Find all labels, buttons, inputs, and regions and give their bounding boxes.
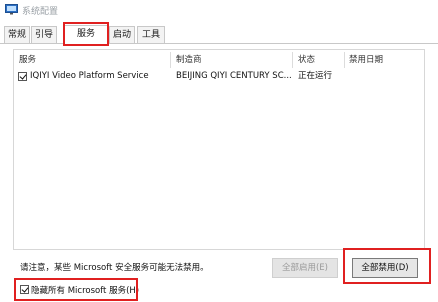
service-manufacturer: BEIJING QIYI CENTURY SC... [176, 71, 292, 81]
monitor-icon [5, 4, 18, 15]
title-bar [0, 0, 438, 22]
tab-boot[interactable]: 引导 [31, 26, 57, 43]
column-separator [292, 52, 293, 68]
tab-tools[interactable]: 工具 [137, 26, 165, 43]
column-separator [170, 52, 171, 68]
hide-ms-services-label[interactable]: 隐藏所有 Microsoft 服务(H) [31, 284, 139, 296]
service-name: IQIYI Video Platform Service [30, 71, 149, 81]
column-header-service[interactable]: 服务 [19, 53, 36, 68]
tab-services[interactable]: 服务 [64, 25, 108, 44]
tab-general[interactable]: 常规 [4, 26, 30, 43]
column-header-manufacturer[interactable]: 制造商 [176, 53, 202, 68]
column-separator [344, 52, 345, 68]
notice-text: 请注意，某些 Microsoft 安全服务可能无法禁用。 [20, 263, 209, 273]
enable-all-button[interactable]: 全部启用(E) [272, 258, 338, 278]
service-checkbox[interactable] [18, 72, 27, 81]
tab-startup[interactable]: 启动 [109, 26, 135, 43]
disable-all-button[interactable]: 全部禁用(D) [352, 258, 418, 278]
hide-ms-services-checkbox[interactable] [20, 285, 29, 294]
window-title: 系统配置 [22, 7, 59, 17]
column-header-status[interactable]: 状态 [298, 53, 315, 68]
service-status: 正在运行 [298, 71, 333, 81]
column-header-disabled-date[interactable]: 禁用日期 [349, 53, 383, 68]
